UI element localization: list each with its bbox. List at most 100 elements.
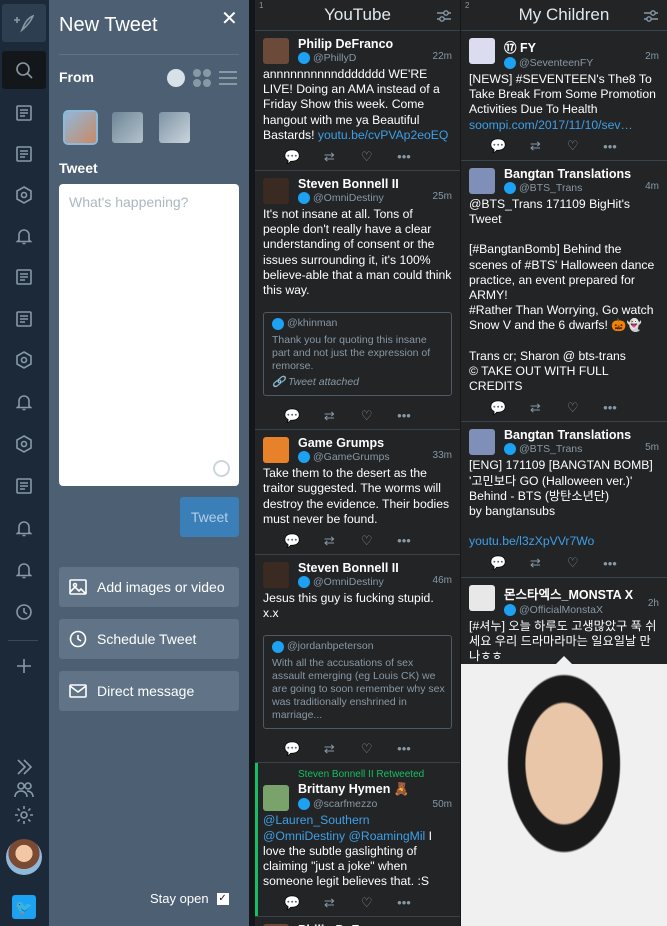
tweet[interactable]: Philip DeFranco @PhillyD 22m annnnnnnnnnddd…	[255, 31, 460, 172]
tweet-timestamp[interactable]: 25m	[433, 191, 452, 202]
tweet-author-name[interactable]: Steven Bonnell II	[298, 561, 452, 575]
retweet-icon[interactable]: ⇄	[321, 408, 337, 424]
tweet-timestamp[interactable]: 4m	[645, 181, 659, 192]
reply-icon[interactable]: 💬	[284, 149, 300, 165]
tweet-button[interactable]: Tweet	[180, 497, 239, 537]
tweet-timestamp[interactable]: 33m	[433, 450, 452, 461]
like-icon[interactable]: ♡	[565, 138, 581, 154]
account-avatar[interactable]	[159, 112, 190, 143]
tweet[interactable]: Game Grumps @GameGrumps 33m Take them to th…	[255, 430, 460, 556]
tweet[interactable]: Bangtan Translations @BTS_Trans 4m @BTS_Tra…	[461, 161, 667, 423]
tweet[interactable]: Steven Bonnell II Retweeted Brittany Hyme…	[255, 763, 460, 918]
embedded-video-preview[interactable]	[461, 664, 667, 926]
like-icon[interactable]: ♡	[565, 555, 581, 571]
list-accounts-icon[interactable]	[219, 69, 237, 87]
retweet-icon[interactable]: ⇄	[321, 741, 337, 757]
column-user-icon[interactable]	[2, 341, 46, 379]
retweet-icon[interactable]: ⇄	[527, 138, 543, 154]
tweet-author-handle[interactable]: @BTS_Trans	[504, 442, 659, 456]
account-avatar[interactable]	[112, 112, 143, 143]
tweet-author-name[interactable]: Game Grumps	[298, 436, 452, 450]
tweet-author-name[interactable]: Bangtan Translations	[504, 167, 659, 181]
tweet-mentions[interactable]: @Lauren_Southern @OmniDestiny @RoamingMi…	[263, 813, 425, 842]
tweet-link[interactable]: youtu.be/cvPVAp2eoEQ	[318, 128, 449, 142]
tweet-timestamp[interactable]: 22m	[433, 51, 452, 62]
retweet-icon[interactable]: ⇄	[527, 400, 543, 416]
column-user-icon[interactable]	[2, 176, 46, 214]
tweet-author-name[interactable]: 몬스타엑스_MONSTA X	[504, 584, 659, 603]
tweet-author-handle[interactable]: @SeventeenFY	[504, 56, 659, 70]
like-icon[interactable]: ♡	[359, 533, 375, 549]
notifications-icon[interactable]	[2, 509, 46, 547]
column-options-icon[interactable]	[436, 8, 452, 24]
like-icon[interactable]: ♡	[359, 741, 375, 757]
column-home-icon[interactable]	[2, 135, 46, 173]
tweet-avatar[interactable]	[263, 38, 289, 64]
tweet-author-handle[interactable]: @OmniDestiny	[298, 575, 452, 589]
grid-accounts-icon[interactable]	[193, 69, 211, 87]
more-icon[interactable]: •••	[396, 895, 412, 910]
scheduled-icon[interactable]	[2, 593, 46, 631]
close-icon[interactable]: ✕	[221, 6, 238, 31]
like-icon[interactable]: ♡	[565, 400, 581, 416]
tweet-author-handle[interactable]: @OfficialMonstaX	[504, 603, 659, 617]
more-icon[interactable]: •••	[396, 149, 412, 164]
tweet-avatar[interactable]	[263, 437, 289, 464]
reply-icon[interactable]: 💬	[284, 533, 300, 549]
direct-message-button[interactable]: Direct message	[59, 671, 239, 711]
tweet[interactable]: Philip DeFranco	[255, 917, 460, 926]
tweet-author-name[interactable]: Bangtan Translations	[504, 428, 659, 442]
tweet-author-handle[interactable]: @BTS_Trans	[504, 181, 659, 195]
single-account-icon[interactable]	[167, 69, 185, 87]
schedule-tweet-button[interactable]: Schedule Tweet	[59, 619, 239, 659]
tweet-author-name[interactable]: ⑰ FY	[504, 37, 659, 56]
column-user-icon[interactable]	[2, 425, 46, 463]
tweet-avatar[interactable]	[263, 785, 289, 812]
add-media-button[interactable]: Add images or video	[59, 567, 239, 607]
like-icon[interactable]: ♡	[359, 149, 375, 165]
tweet-avatar[interactable]	[469, 584, 495, 611]
reply-icon[interactable]: 💬	[490, 555, 506, 571]
tweet-author-handle[interactable]: @PhillyD	[298, 51, 452, 65]
reply-icon[interactable]: 💬	[284, 408, 300, 424]
reply-icon[interactable]: 💬	[284, 741, 300, 757]
more-icon[interactable]: •••	[602, 400, 618, 415]
tweet-avatar[interactable]	[263, 178, 289, 205]
tweet-timestamp[interactable]: 2h	[648, 598, 659, 609]
tweet-link[interactable]: youtu.be/l3zXpVVr7Wo	[469, 534, 594, 548]
tweet-timestamp[interactable]: 2m	[645, 51, 659, 62]
tweet-author-name[interactable]: Steven Bonnell II	[298, 177, 452, 191]
settings-icon[interactable]	[2, 796, 46, 834]
quoted-tweet[interactable]: @khinman Thank you for quoting this insan…	[263, 312, 452, 397]
tweet-avatar[interactable]	[469, 38, 495, 64]
tweet-timestamp[interactable]: 46m	[433, 575, 452, 586]
tweet-textarea[interactable]: What's happening?	[59, 184, 239, 486]
column-home-icon[interactable]	[2, 467, 46, 505]
stay-open-checkbox[interactable]: ✓	[216, 892, 229, 905]
tweet-timestamp[interactable]: 50m	[433, 799, 452, 810]
tweet-avatar[interactable]	[469, 167, 495, 194]
stay-open-toggle[interactable]: Stay open ✓	[150, 891, 229, 906]
add-column-icon[interactable]	[2, 647, 46, 685]
tweet[interactable]: ⑰ FY @SeventeenFY 2m [NEWS] #SEVENTEEN's Th…	[461, 31, 667, 161]
more-icon[interactable]: •••	[396, 408, 412, 423]
retweet-icon[interactable]: ⇄	[321, 149, 337, 165]
tweet-author-handle[interactable]: @GameGrumps	[298, 450, 452, 464]
column-home-icon[interactable]	[2, 258, 46, 296]
reply-icon[interactable]: 💬	[490, 400, 506, 416]
more-icon[interactable]: •••	[396, 533, 412, 548]
tweet-avatar[interactable]	[469, 429, 495, 456]
tweet-author-name[interactable]: Brittany Hymen 🧸	[298, 782, 452, 797]
tweet-avatar[interactable]	[263, 562, 289, 589]
tweet-timestamp[interactable]: 5m	[645, 442, 659, 453]
tweet[interactable]: Steven Bonnell II @OmniDestiny 46m Jesus th…	[255, 555, 460, 764]
quoted-tweet[interactable]: @jordanbpeterson With all the accusations…	[263, 635, 452, 730]
notifications-icon[interactable]	[2, 551, 46, 589]
tweet-author-handle[interactable]: @OmniDestiny	[298, 191, 452, 205]
like-icon[interactable]: ♡	[359, 408, 375, 424]
account-avatar[interactable]	[6, 839, 42, 875]
column-home-icon[interactable]	[2, 94, 46, 132]
like-icon[interactable]: ♡	[359, 895, 375, 911]
more-icon[interactable]: •••	[602, 556, 618, 571]
tweet-author-name[interactable]: Philip DeFranco	[298, 37, 452, 51]
